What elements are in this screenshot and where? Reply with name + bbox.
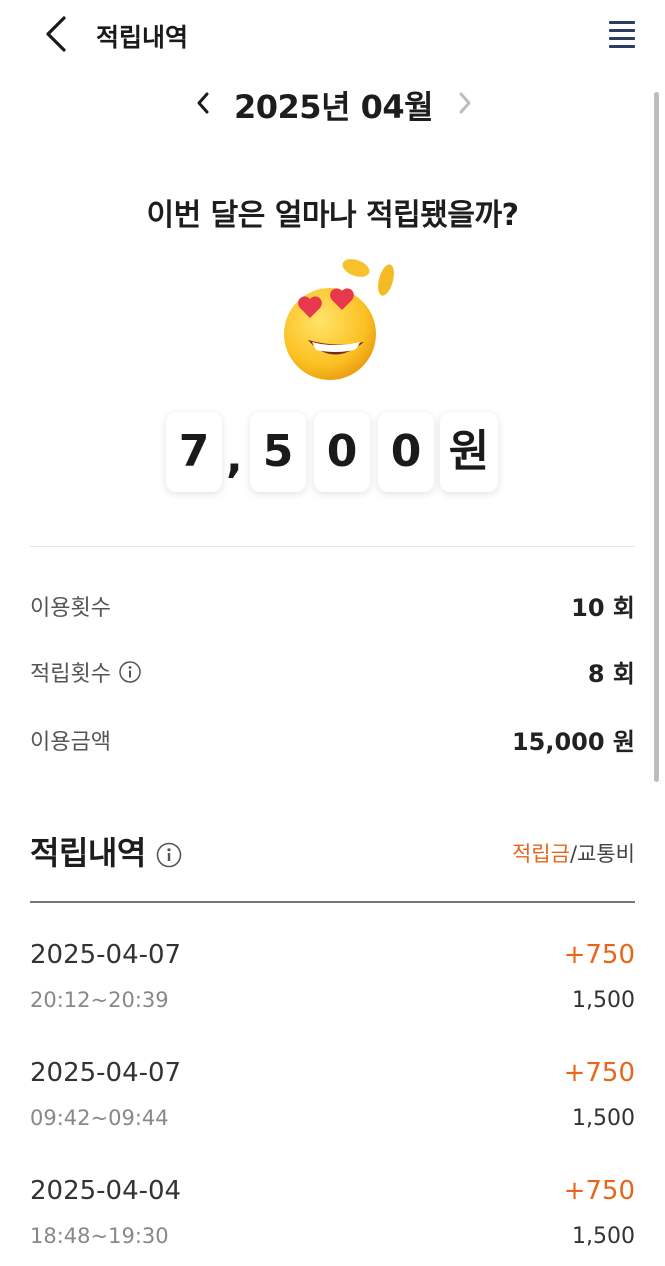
hamburger-menu-icon bbox=[606, 21, 638, 48]
history-divider bbox=[30, 901, 635, 903]
menu-button[interactable] bbox=[606, 16, 638, 52]
amount-digit: 0 bbox=[378, 412, 434, 492]
info-icon[interactable] bbox=[156, 838, 182, 868]
record-time: 18:48~19:30 bbox=[30, 1224, 169, 1248]
divider bbox=[30, 546, 635, 547]
record-time: 09:42~09:44 bbox=[30, 1106, 169, 1130]
info-icon[interactable] bbox=[119, 661, 141, 683]
history-title: 적립내역 bbox=[30, 834, 146, 872]
stat-label: 이용횟수 bbox=[30, 596, 111, 621]
stat-label: 이용금액 bbox=[30, 730, 111, 755]
record-time: 20:12~20:39 bbox=[30, 988, 169, 1012]
toggle-reward[interactable]: 적립금 bbox=[512, 842, 570, 866]
previous-month-button[interactable] bbox=[190, 88, 218, 118]
page-title: 적립내역 bbox=[96, 23, 189, 52]
record-date: 2025-04-04 bbox=[30, 1176, 182, 1206]
history-section-header: 적립내역 적립금/교통비 bbox=[30, 828, 635, 878]
stat-row-reward-count: 적립횟수 8 회 bbox=[30, 650, 635, 690]
summary-question: 이번 달은 얼마나 적립됐을까? bbox=[146, 198, 519, 233]
record-fare: 1,500 bbox=[572, 1224, 635, 1249]
chevron-right-icon bbox=[459, 92, 471, 114]
view-toggle: 적립금/교통비 bbox=[512, 838, 635, 868]
stat-value: 15,000 원 bbox=[511, 728, 635, 756]
amount-digit: 0 bbox=[314, 412, 370, 492]
amount-digit: 7 bbox=[166, 412, 222, 492]
history-title-wrap: 적립내역 bbox=[30, 828, 182, 874]
record-date: 2025-04-07 bbox=[30, 1058, 182, 1088]
record-points: +750 bbox=[563, 940, 635, 970]
history-record[interactable]: 2025-04-04 18:48~19:30 +750 1,500 bbox=[30, 1176, 635, 1266]
stat-label: 적립횟수 bbox=[30, 662, 111, 687]
month-navigator: 2025년 04월 bbox=[0, 78, 665, 128]
back-button[interactable] bbox=[38, 14, 78, 54]
amount-unit: 원 bbox=[440, 412, 498, 492]
amount-digit: 5 bbox=[250, 412, 306, 492]
record-fare: 1,500 bbox=[572, 1106, 635, 1131]
monthly-reward-amount: 7 , 5 0 0 원 bbox=[0, 412, 665, 494]
history-record[interactable]: 2025-04-07 09:42~09:44 +750 1,500 bbox=[30, 1058, 635, 1148]
stat-value: 8 회 bbox=[587, 660, 635, 688]
month-label: 2025년 04월 bbox=[234, 88, 434, 126]
chevron-left-icon bbox=[197, 92, 209, 114]
app-header: 적립내역 bbox=[0, 0, 665, 70]
chevron-left-icon bbox=[46, 16, 66, 52]
heart-eyes-coins-emoji-icon bbox=[278, 258, 404, 384]
stat-label-wrap: 적립횟수 bbox=[30, 656, 141, 688]
toggle-separator: / bbox=[569, 842, 578, 866]
scrollbar[interactable] bbox=[654, 92, 659, 782]
record-points: +750 bbox=[563, 1058, 635, 1088]
stat-row-usage-count: 이용횟수 10 회 bbox=[30, 584, 635, 624]
record-points: +750 bbox=[563, 1176, 635, 1206]
stat-value: 10 회 bbox=[571, 594, 635, 622]
history-record[interactable]: 2025-04-07 20:12~20:39 +750 1,500 bbox=[30, 940, 635, 1030]
stat-row-usage-amount: 이용금액 15,000 원 bbox=[30, 718, 635, 758]
record-fare: 1,500 bbox=[572, 988, 635, 1013]
toggle-fare[interactable]: 교통비 bbox=[577, 842, 635, 866]
amount-separator: , bbox=[226, 432, 243, 483]
next-month-button[interactable] bbox=[452, 88, 480, 118]
record-date: 2025-04-07 bbox=[30, 940, 182, 970]
